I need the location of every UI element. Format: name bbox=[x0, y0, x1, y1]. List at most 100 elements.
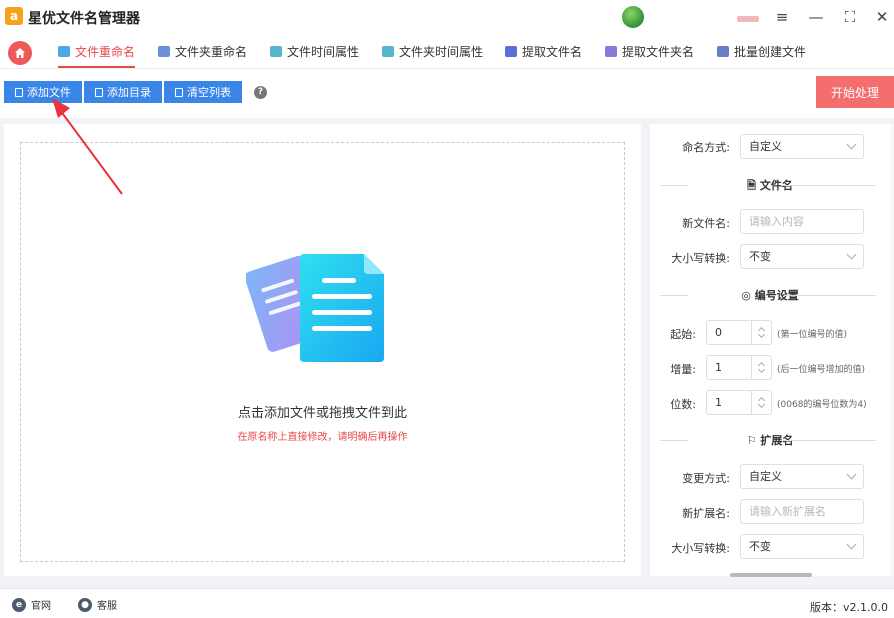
documents-illustration-icon bbox=[246, 254, 384, 362]
user-avatar[interactable] bbox=[622, 6, 644, 28]
tab-batch-create[interactable]: 批量创建文件 bbox=[717, 34, 806, 68]
extension-case-value: 不变 bbox=[749, 540, 771, 553]
tab-label: 文件重命名 bbox=[75, 44, 136, 59]
chat-icon: ● bbox=[78, 597, 92, 612]
tab-file-time[interactable]: 文件时间属性 bbox=[270, 34, 359, 68]
chevron-down-icon bbox=[757, 400, 766, 409]
clear-list-button[interactable]: 清空列表 bbox=[164, 81, 242, 103]
website-link[interactable]: e 官网 bbox=[12, 597, 51, 612]
stepper-arrows[interactable] bbox=[751, 356, 771, 379]
digits-note: (0068的编号位数为4) bbox=[777, 400, 867, 410]
change-mode-select[interactable]: 自定义 bbox=[740, 464, 864, 489]
document-icon: 🗎 bbox=[747, 179, 760, 192]
minimize-icon[interactable]: — bbox=[806, 7, 826, 27]
tab-bar: 文件重命名 文件夹重命名 文件时间属性 文件夹时间属性 提取文件名 提取文件夹名… bbox=[0, 34, 894, 68]
increment-label: 增量: bbox=[670, 363, 696, 376]
chevron-down-icon bbox=[846, 469, 857, 480]
naming-mode-value: 自定义 bbox=[749, 140, 782, 153]
file-time-icon bbox=[270, 45, 282, 57]
naming-mode-select[interactable]: 自定义 bbox=[740, 134, 864, 159]
status-bar: e 官网 ● 客服 版本：v2.1.0.0 bbox=[0, 588, 894, 618]
app-logo-icon: a bbox=[5, 7, 23, 25]
tab-folder-time[interactable]: 文件夹时间属性 bbox=[382, 34, 483, 68]
close-icon[interactable]: ✕ bbox=[872, 7, 892, 27]
tab-folder-rename[interactable]: 文件夹重命名 bbox=[158, 34, 247, 68]
increment-note: (后一位编号增加的值) bbox=[777, 365, 866, 375]
file-icon bbox=[15, 87, 23, 97]
chevron-down-icon bbox=[846, 539, 857, 550]
toolbar: 添加文件 添加目录 清空列表 ? 开始处理 bbox=[0, 68, 894, 118]
chevron-down-icon bbox=[846, 139, 857, 150]
increment-value: 1 bbox=[715, 361, 722, 374]
start-processing-button[interactable]: 开始处理 bbox=[816, 76, 894, 108]
extension-section: ⚐ 扩展名 bbox=[660, 432, 880, 448]
filename-section-title: 🗎 文件名 bbox=[660, 177, 880, 196]
tab-label: 文件夹时间属性 bbox=[399, 44, 484, 59]
settings-menu-icon[interactable]: ≡ bbox=[772, 7, 792, 27]
version-text: 版本：v2.1.0.0 bbox=[810, 601, 888, 614]
tab-label: 提取文件名 bbox=[522, 44, 583, 59]
tab-extract-filename[interactable]: 提取文件名 bbox=[505, 34, 582, 68]
filename-section: 🗎 文件名 bbox=[660, 177, 880, 193]
change-mode-value: 自定义 bbox=[749, 470, 782, 483]
support-link[interactable]: ● 客服 bbox=[78, 597, 117, 612]
stepper-arrows[interactable] bbox=[751, 391, 771, 414]
folder-time-icon bbox=[382, 45, 394, 57]
trash-icon bbox=[175, 87, 183, 97]
new-extension-label: 新扩展名: bbox=[682, 507, 730, 520]
user-name bbox=[648, 12, 738, 22]
extract-foldername-icon bbox=[605, 45, 617, 57]
tab-extract-foldername[interactable]: 提取文件夹名 bbox=[605, 34, 694, 68]
settings-scrollbar[interactable] bbox=[890, 124, 894, 576]
clear-list-label: 清空列表 bbox=[187, 86, 231, 99]
website-label: 官网 bbox=[31, 601, 51, 612]
extension-case-label: 大小写转换: bbox=[671, 542, 730, 555]
extension-case-select[interactable]: 不变 bbox=[740, 534, 864, 559]
folder-rename-icon bbox=[158, 45, 170, 57]
start-stepper[interactable]: 0 bbox=[706, 320, 772, 345]
title-bar: a 星优文件名管理器 ≡ — ⛶ ✕ bbox=[0, 0, 894, 34]
increment-stepper[interactable]: 1 bbox=[706, 355, 772, 380]
divider bbox=[784, 295, 876, 296]
vip-badge-icon bbox=[737, 16, 759, 22]
drop-zone-hint: 点击添加文件或拖拽文件到此 bbox=[237, 406, 407, 421]
drop-zone-warning: 在原名称上直接修改，请明确后再操作 bbox=[237, 432, 408, 443]
naming-mode-label: 命名方式: bbox=[682, 141, 730, 154]
divider bbox=[784, 440, 876, 441]
help-icon[interactable]: ? bbox=[254, 86, 267, 99]
horizontal-scroll-thumb[interactable] bbox=[730, 573, 812, 577]
extract-filename-icon bbox=[505, 45, 517, 57]
new-extension-input[interactable] bbox=[740, 499, 864, 524]
change-mode-label: 变更方式: bbox=[682, 472, 730, 485]
divider bbox=[784, 185, 876, 186]
digits-value: 1 bbox=[715, 396, 722, 409]
tab-file-rename[interactable]: 文件重命名 bbox=[58, 34, 136, 68]
start-value: 0 bbox=[715, 326, 722, 339]
medal-icon: ◎ bbox=[741, 289, 755, 302]
case-convert-label: 大小写转换: bbox=[671, 252, 730, 265]
chevron-down-icon bbox=[846, 249, 857, 260]
home-button[interactable] bbox=[8, 41, 32, 65]
start-note: (第一位编号的值) bbox=[777, 330, 848, 340]
annotation-arrow-icon bbox=[52, 98, 123, 195]
new-filename-input[interactable] bbox=[740, 209, 864, 234]
tab-label: 文件时间属性 bbox=[287, 44, 360, 59]
tab-label: 文件夹重命名 bbox=[175, 44, 248, 59]
stepper-arrows[interactable] bbox=[751, 321, 771, 344]
maximize-icon[interactable]: ⛶ bbox=[840, 7, 860, 27]
support-label: 客服 bbox=[97, 601, 117, 612]
case-convert-select[interactable]: 不变 bbox=[740, 244, 864, 269]
app-title: 星优文件名管理器 bbox=[28, 11, 140, 27]
chevron-down-icon bbox=[757, 330, 766, 339]
home-icon bbox=[15, 48, 25, 58]
start-label: 起始: bbox=[670, 328, 696, 341]
chevron-down-icon bbox=[757, 365, 766, 374]
flag-icon: ⚐ bbox=[746, 434, 761, 447]
new-filename-label: 新文件名: bbox=[682, 217, 730, 230]
digits-label: 位数: bbox=[670, 398, 696, 411]
tab-label: 提取文件夹名 bbox=[622, 44, 695, 59]
case-convert-value: 不变 bbox=[749, 250, 771, 263]
numbering-section: ◎ 编号设置 bbox=[660, 287, 880, 303]
tab-label: 批量创建文件 bbox=[734, 44, 807, 59]
digits-stepper[interactable]: 1 bbox=[706, 390, 772, 415]
